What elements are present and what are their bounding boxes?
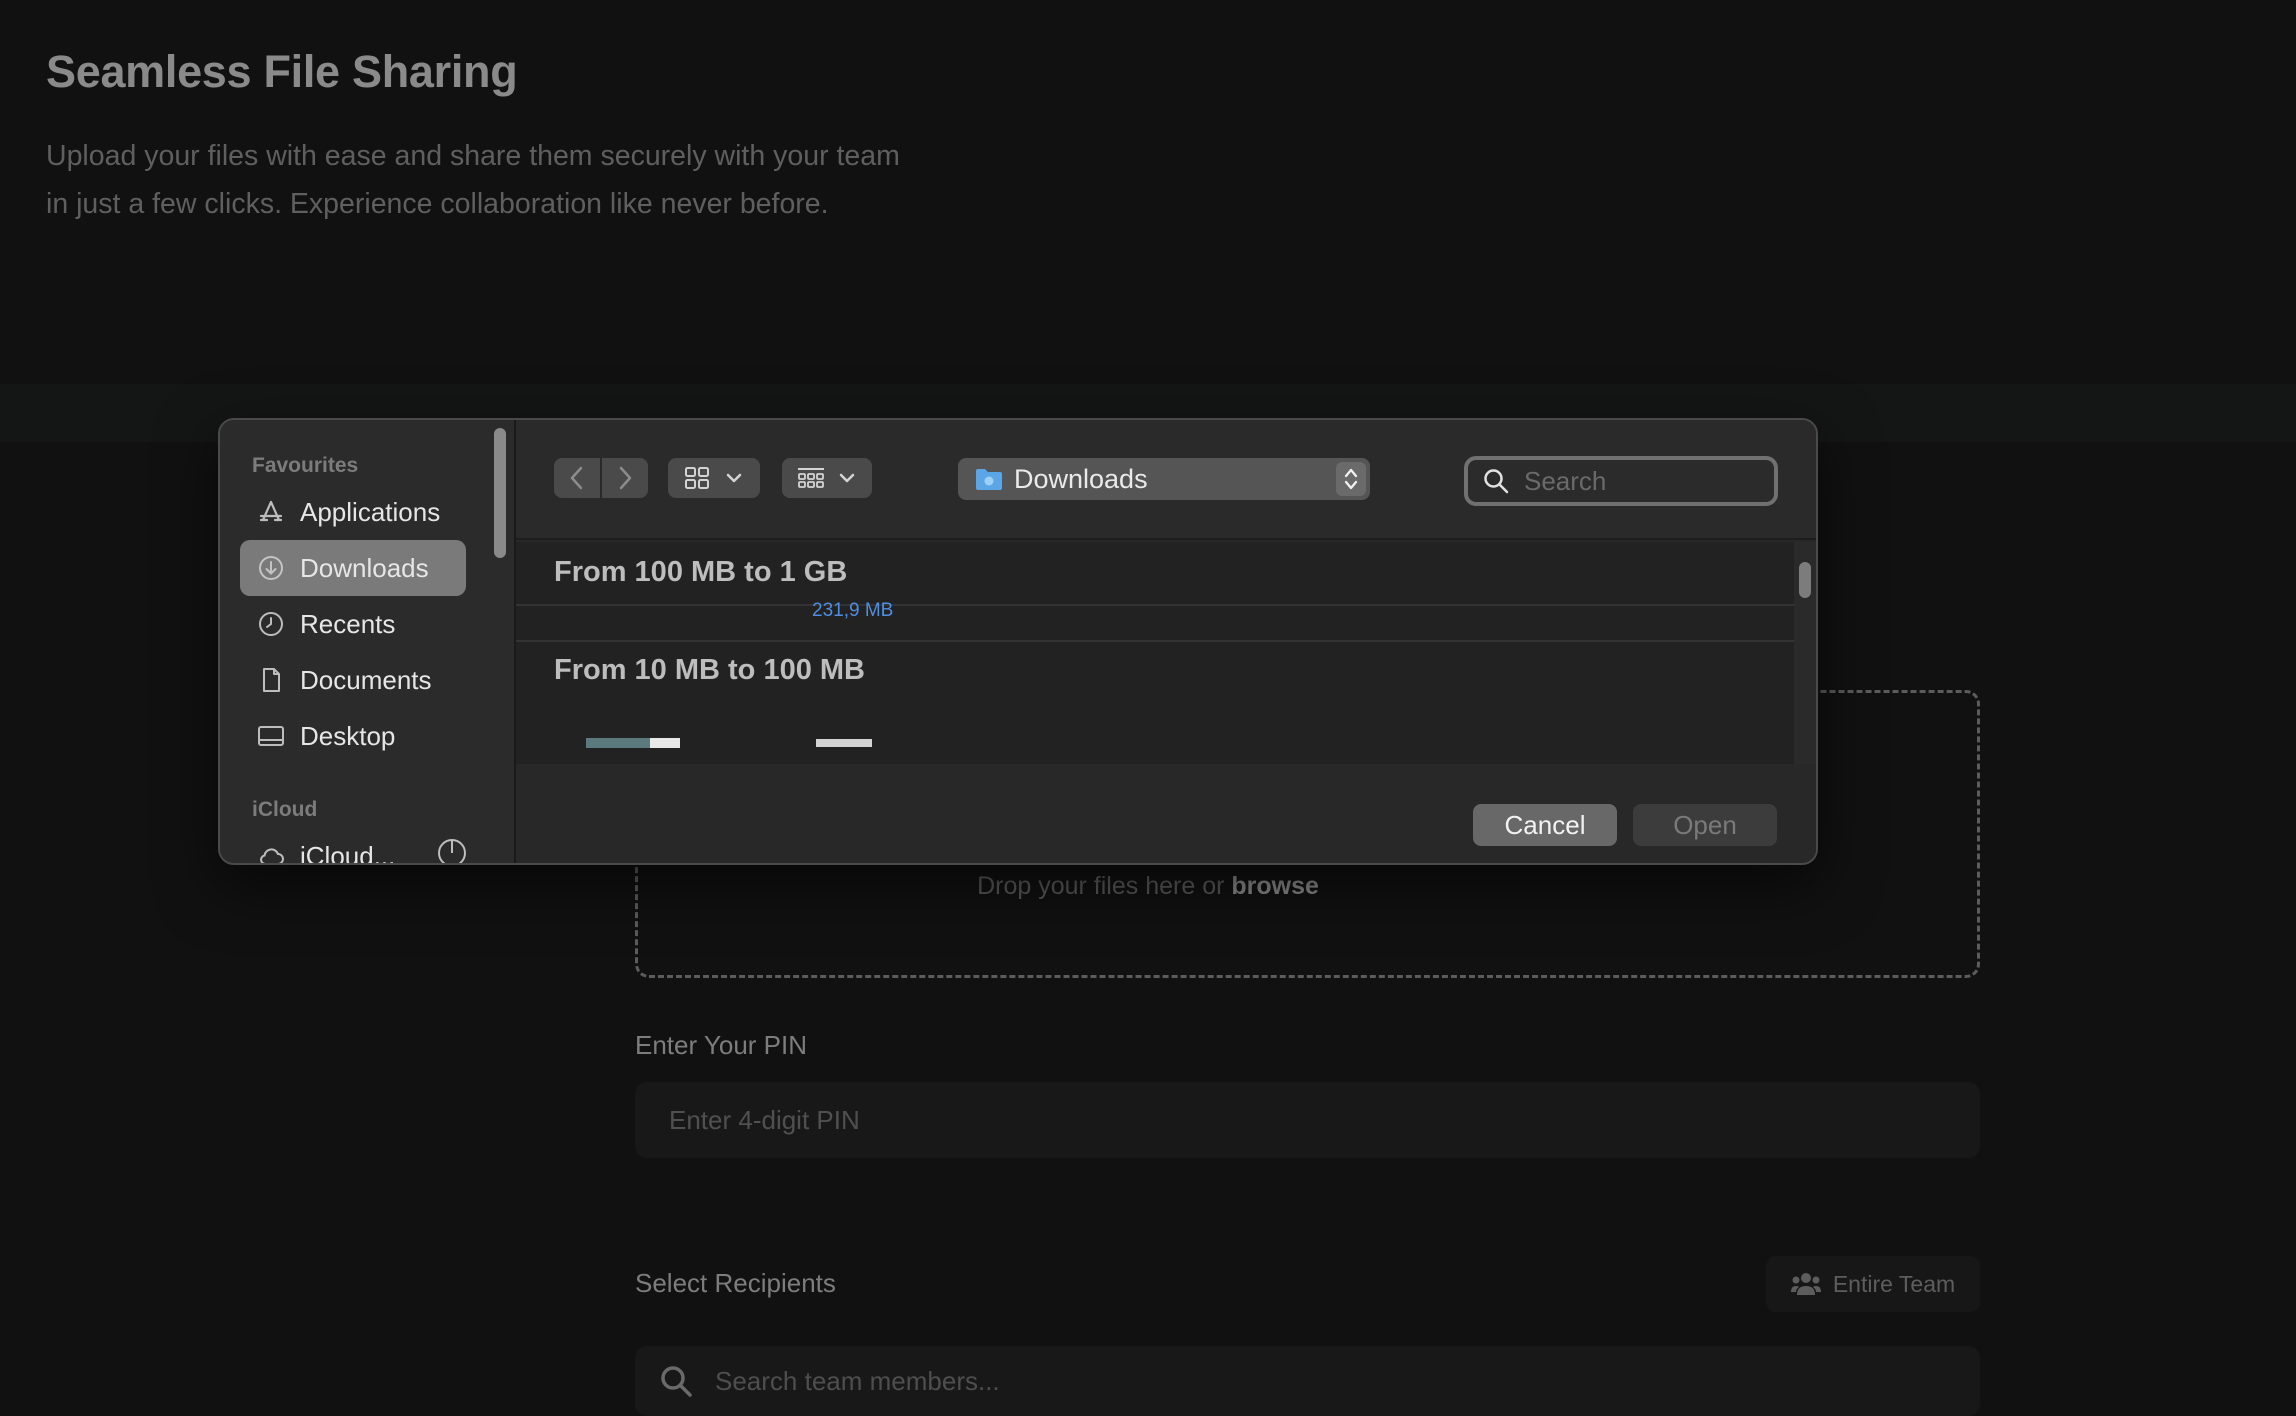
sidebar-item-label: Applications (300, 496, 441, 527)
icloud-heading: iCloud (252, 798, 318, 821)
sidebar-item-label: Desktop (300, 720, 396, 751)
divider (516, 604, 1794, 606)
dialog-footer: Cancel Open (516, 764, 1816, 863)
file-open-dialog: Favourites Applications Downloads Recent… (218, 418, 1818, 865)
file-thumbnail[interactable] (586, 738, 680, 748)
sidebar-item-documents[interactable]: Documents (240, 652, 466, 708)
chevron-down-icon (839, 473, 855, 483)
browse-link[interactable]: browse (1231, 872, 1319, 900)
sidebar-item-recents[interactable]: Recents (240, 596, 466, 652)
pin-label: Enter Your PIN (635, 1030, 807, 1060)
users-icon (1790, 1273, 1821, 1295)
sidebar-item-label: Documents (300, 664, 432, 695)
chevron-down-icon (726, 473, 742, 483)
file-size-label: 231,9 MB (812, 600, 894, 621)
storage-quota-icon (438, 839, 466, 863)
entire-team-button[interactable]: Entire Team (1766, 1256, 1980, 1312)
document-icon (256, 665, 286, 695)
member-search-field[interactable] (635, 1346, 1980, 1416)
dialog-sidebar: Favourites Applications Downloads Recent… (220, 420, 516, 863)
applications-icon (256, 497, 286, 527)
forward-button[interactable] (602, 458, 648, 498)
sidebar-item-label: Downloads (300, 552, 429, 583)
cloud-icon (256, 841, 286, 863)
view-mode-button[interactable] (668, 458, 760, 498)
scrollbar-knob[interactable] (1799, 562, 1811, 598)
page-header: Seamless File Sharing Upload your files … (46, 46, 946, 228)
search-icon (1484, 469, 1509, 494)
location-label: Downloads (1014, 463, 1148, 494)
dialog-main: Downloads From 100 MB to 1 GB 231,9 MB F… (516, 420, 1816, 863)
open-button[interactable]: Open (1633, 804, 1777, 846)
page-description: Upload your files with ease and share th… (46, 140, 900, 220)
group-header: From 100 MB to 1 GB (554, 556, 848, 588)
sidebar-item-label: iCloud... (300, 840, 396, 865)
sidebar-item-desktop[interactable]: Desktop (240, 708, 466, 764)
dropzone-text: Drop your files here or browse (0, 872, 2296, 901)
sidebar-scrollbar[interactable] (494, 428, 506, 558)
search-icon (661, 1366, 692, 1397)
listing-scrollbar[interactable] (1794, 542, 1816, 764)
back-button[interactable] (554, 458, 600, 498)
folder-icon (976, 469, 1002, 490)
recipients-label: Select Recipients (635, 1268, 836, 1298)
downloads-icon (256, 553, 286, 583)
divider (516, 640, 1794, 642)
group-by-button[interactable] (782, 458, 872, 498)
entire-team-label: Entire Team (1832, 1270, 1956, 1297)
pin-input[interactable] (635, 1082, 1980, 1158)
file-listing: From 100 MB to 1 GB 231,9 MB From 10 MB … (516, 542, 1794, 764)
group-icon (798, 468, 824, 488)
dropzone-hint: Drop your files here or (977, 872, 1232, 900)
grid-view-icon (685, 467, 709, 489)
sidebar-item-icloud[interactable]: iCloud... (240, 828, 500, 865)
popup-stepper-icon (1336, 462, 1366, 496)
page-title: Seamless File Sharing (46, 46, 518, 97)
chevron-right-icon (619, 466, 632, 490)
location-popup[interactable]: Downloads (958, 458, 1370, 500)
cancel-button[interactable]: Cancel (1473, 804, 1617, 846)
member-search-input[interactable] (713, 1364, 1913, 1398)
group-header: From 10 MB to 100 MB (554, 654, 865, 686)
sidebar-item-downloads[interactable]: Downloads (240, 540, 466, 596)
sidebar-item-applications[interactable]: Applications (240, 484, 466, 540)
dialog-search-input[interactable] (1522, 464, 1742, 498)
dialog-search-field[interactable] (1464, 456, 1778, 506)
sidebar-item-label: Recents (300, 608, 396, 639)
dialog-toolbar: Downloads (516, 420, 1816, 540)
favourites-heading: Favourites (252, 454, 359, 477)
chevron-left-icon (570, 466, 583, 490)
desktop-icon (256, 721, 286, 751)
file-thumbnail[interactable] (816, 739, 872, 747)
clock-icon (256, 609, 286, 639)
